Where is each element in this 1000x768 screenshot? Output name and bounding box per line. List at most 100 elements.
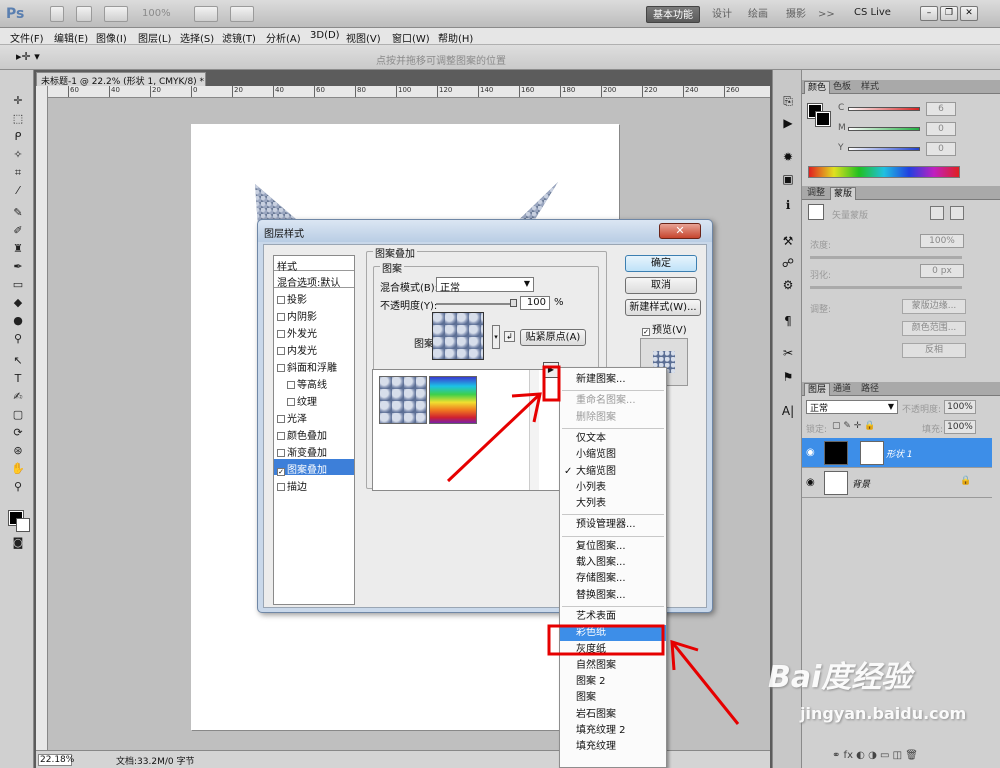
- context-menu-item[interactable]: 彩色纸: [560, 625, 666, 642]
- hand-tool-icon[interactable]: ✋: [9, 462, 27, 477]
- channel-y-value[interactable]: 0: [926, 142, 956, 156]
- brush-tool-icon[interactable]: ✐: [9, 224, 27, 239]
- channel-y-slider[interactable]: [848, 147, 920, 151]
- menu-image[interactable]: 图像(I): [96, 30, 127, 45]
- move-tool-preset-icon[interactable]: ▸✛ ▾: [16, 50, 40, 63]
- 3d-panel-icon[interactable]: ⚑: [779, 370, 797, 386]
- style-item[interactable]: 投影: [274, 289, 354, 306]
- eye-icon[interactable]: ◉: [806, 447, 815, 458]
- opacity-slider-thumb[interactable]: [510, 299, 517, 307]
- view-extras-icon[interactable]: [104, 6, 128, 22]
- healing-brush-tool-icon[interactable]: ✎: [9, 206, 27, 221]
- context-menu-item[interactable]: ✓ 大缩览图: [560, 464, 666, 480]
- quick-select-tool-icon[interactable]: ✧: [9, 148, 27, 163]
- style-item[interactable]: 斜面和浮雕: [274, 357, 354, 374]
- context-menu-item[interactable]: 岩石图案: [560, 707, 666, 723]
- context-menu-item[interactable]: 艺术表面: [560, 609, 666, 625]
- menu-help[interactable]: 帮助(H): [438, 30, 473, 45]
- vector-mask-icon[interactable]: [950, 206, 964, 220]
- checkbox-icon[interactable]: [287, 381, 295, 389]
- clone-source-icon[interactable]: ⚙: [779, 278, 797, 294]
- tab-swatches[interactable]: 色板: [830, 81, 854, 94]
- style-item[interactable]: 内发光: [274, 340, 354, 357]
- pattern-dropdown-icon[interactable]: ▾: [492, 325, 500, 349]
- context-menu-item[interactable]: 替换图案...: [560, 588, 666, 604]
- pattern-thumb-rainbow[interactable]: [429, 376, 477, 424]
- panel-bg-swatch[interactable]: [815, 111, 831, 127]
- feather-slider[interactable]: [810, 286, 962, 289]
- zoom-tool-icon[interactable]: ⚲: [9, 480, 27, 495]
- history-brush-tool-icon[interactable]: ✒: [9, 260, 27, 275]
- workspace-essentials[interactable]: 基本功能: [646, 6, 700, 23]
- checkbox-icon[interactable]: [277, 483, 285, 491]
- density-slider[interactable]: [810, 256, 962, 259]
- tab-color[interactable]: 颜色: [804, 81, 831, 94]
- style-item[interactable]: 渐变叠加: [274, 442, 354, 459]
- tab-adjustments[interactable]: 调整: [804, 187, 828, 200]
- history-panel-icon[interactable]: ⎘: [779, 94, 797, 110]
- color-range-button[interactable]: 颜色范围...: [902, 321, 966, 336]
- tab-layers[interactable]: 图层: [804, 383, 831, 396]
- ok-button[interactable]: 确定: [625, 255, 697, 272]
- character-panel-icon[interactable]: A|: [779, 404, 797, 420]
- screen-mode-icon[interactable]: [230, 6, 254, 22]
- move-tool-icon[interactable]: ✛: [9, 94, 27, 109]
- pattern-thumb-bubbles[interactable]: [379, 376, 427, 424]
- checkbox-checked-icon[interactable]: ✓: [277, 468, 285, 476]
- new-style-button[interactable]: 新建样式(W)...: [625, 299, 701, 316]
- checkbox-icon[interactable]: [277, 449, 285, 457]
- popup-menu-arrow-icon[interactable]: ▶: [543, 362, 559, 378]
- menu-layer[interactable]: 图层(L): [138, 30, 171, 45]
- adjustments-panel-icon[interactable]: ✹: [779, 150, 797, 166]
- actions-panel-icon[interactable]: ▶: [779, 116, 797, 132]
- workspace-design[interactable]: 设计: [706, 6, 738, 23]
- workspace-photography[interactable]: 摄影: [780, 6, 812, 23]
- tab-paths[interactable]: 路径: [858, 383, 882, 396]
- layer-blend-mode-select[interactable]: 正常 ▼: [806, 400, 898, 414]
- path-selection-tool-icon[interactable]: ↖: [9, 354, 27, 369]
- eyedropper-tool-icon[interactable]: ⁄: [9, 184, 27, 199]
- style-item[interactable]: 描边: [274, 476, 354, 493]
- menu-select[interactable]: 选择(S): [180, 30, 214, 45]
- minimize-icon[interactable]: –: [920, 6, 938, 21]
- restore-icon[interactable]: ❐: [940, 6, 958, 21]
- paragraph-panel-icon[interactable]: ¶: [779, 314, 797, 330]
- style-item[interactable]: ✓ 图案叠加: [274, 459, 354, 476]
- invert-button[interactable]: 反相: [902, 343, 966, 358]
- style-item[interactable]: 光泽: [274, 408, 354, 425]
- menu-file[interactable]: 文件(F): [10, 30, 44, 45]
- checkbox-icon[interactable]: [277, 313, 285, 321]
- channel-m-slider[interactable]: [848, 127, 920, 131]
- stamp-tool-icon[interactable]: ♜: [9, 242, 27, 257]
- blur-tool-icon[interactable]: ●: [9, 314, 27, 329]
- context-menu-item[interactable]: 图案: [560, 690, 666, 706]
- arrange-documents-icon[interactable]: [194, 6, 218, 22]
- fill-value[interactable]: 100%: [944, 420, 976, 434]
- quick-mask-icon[interactable]: ◙: [9, 536, 27, 551]
- density-value[interactable]: 100%: [920, 234, 964, 248]
- styles-header[interactable]: 样式: [274, 256, 354, 273]
- layer-row-shape[interactable]: ◉ 形状 1: [802, 438, 992, 468]
- lasso-tool-icon[interactable]: ᑭ: [9, 130, 27, 145]
- checkbox-icon[interactable]: [277, 330, 285, 338]
- popup-scrollbar[interactable]: [529, 370, 539, 490]
- menu-filter[interactable]: 滤镜(T): [222, 30, 256, 45]
- opacity-input[interactable]: 100: [520, 296, 550, 310]
- context-menu-item[interactable]: 小列表: [560, 480, 666, 496]
- mask-edge-button[interactable]: 蒙版边缘...: [902, 299, 966, 314]
- context-menu-item[interactable]: 填充纹理 2: [560, 723, 666, 739]
- dialog-titlebar[interactable]: 图层样式 ✕: [258, 220, 712, 242]
- snap-to-origin-button[interactable]: 贴紧原点(A): [520, 329, 586, 346]
- info-panel-icon[interactable]: ℹ: [779, 198, 797, 214]
- mini-bridge-icon[interactable]: [76, 6, 92, 22]
- checkbox-icon[interactable]: [277, 415, 285, 423]
- tools-panel-icon[interactable]: ✂: [779, 346, 797, 362]
- style-item[interactable]: 等高线: [274, 374, 354, 391]
- tab-styles[interactable]: 样式: [858, 81, 882, 94]
- context-menu-item[interactable]: 灰度纸: [560, 642, 666, 658]
- bridge-icon[interactable]: [50, 6, 64, 22]
- 3d-rotate-tool-icon[interactable]: ⟳: [9, 426, 27, 441]
- context-menu-item[interactable]: 自然图案: [560, 658, 666, 674]
- preview-checkbox[interactable]: ✓ 预览(V): [639, 319, 709, 336]
- masks-panel-icon[interactable]: ▣: [779, 172, 797, 188]
